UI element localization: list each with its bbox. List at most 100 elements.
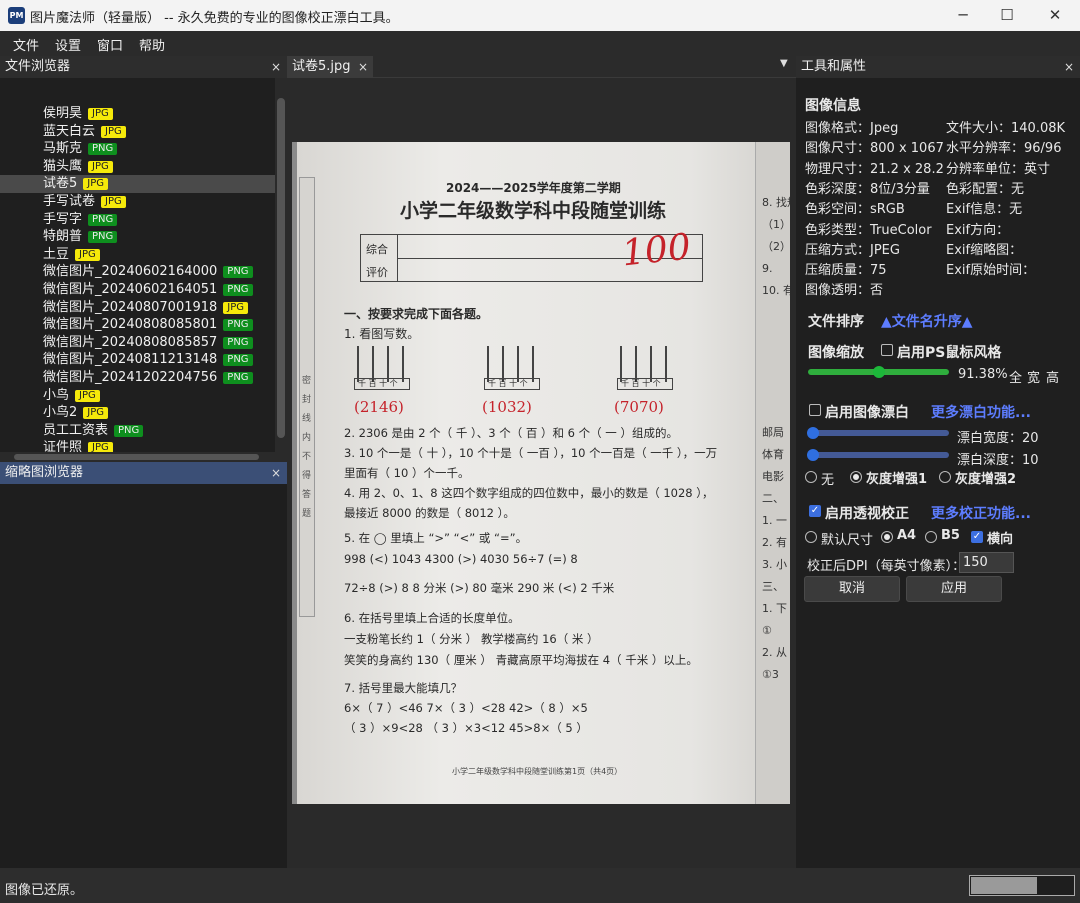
file-type-badge: PNG [223,336,253,349]
file-list-item[interactable]: 员工工资表 PNG [0,422,275,440]
file-list-scroll-thumb[interactable] [277,98,285,438]
file-item-content: 员工工资表 PNG [43,422,144,440]
image-info-field: 压缩方式：JPEG [805,242,900,258]
landscape-checkbox[interactable]: ✓ [971,531,983,543]
image-canvas[interactable]: 密 封 线 内 不 得 答 题 8. 找规 （1） （2） 9. 10. 有邮局体育电影… [292,142,790,804]
bleach-depth-knob[interactable] [807,449,819,461]
file-type-badge: PNG [223,284,253,296]
progress-bar [969,875,1075,896]
question-7-row-2: （ 3 ）×9<28 （ 3 ）×3<12 45>8×（ 5 ） [344,721,588,735]
file-list-item[interactable]: 手写试卷 JPG [0,193,275,211]
bleach-mode-gray2-label[interactable]: 灰度增强2 [955,468,1016,487]
title-bar: PM 图片魔法师（轻量版） -- 永久免费的专业的图像校正漂白工具。 ─ ☐ ✕ [0,0,1080,31]
bleach-width-knob[interactable] [807,427,819,439]
bleach-label[interactable]: 启用图像漂白 [825,402,909,422]
next-page-fragment: 1. 一 [762,514,787,527]
bleach-mode-gray2-radio[interactable] [939,471,951,483]
menu-help[interactable]: 帮助 [139,35,165,54]
image-info-field: 水平分辨率：96/96 [946,141,1062,157]
more-correction-link[interactable]: 更多校正功能... [931,503,1031,523]
file-list-item[interactable]: 微信图片_20240811213148 PNG [0,351,275,369]
file-list-item[interactable]: 微信图片_20240808085857 PNG [0,334,275,352]
menu-file[interactable]: 文件 [13,35,39,54]
zoom-slider-knob[interactable] [872,366,885,378]
question-4-line-1: 4. 用 2、0、1、8 这四个数字组成的四位数中，最小的数是（ 1028 ）， [344,486,714,500]
tab-list-dropdown-icon[interactable]: ▼ [780,58,788,69]
file-list-item[interactable]: 侯明昊 JPG [0,105,275,123]
size-default-radio[interactable] [805,531,817,543]
menu-window[interactable]: 窗口 [97,35,123,54]
file-name: 侯明昊 [43,106,83,121]
size-b5-radio[interactable] [925,531,937,543]
apply-button[interactable]: 应用 [906,576,1002,602]
size-a4-label[interactable]: A4 [897,528,916,543]
file-list-item[interactable]: 小鸟2 JPG [0,404,275,422]
zoom-fit-width-button[interactable]: 宽 [1027,367,1040,386]
bleach-mode-gray1-radio[interactable] [850,471,862,483]
file-list-item[interactable]: 手写字 PNG [0,211,275,229]
menu-settings[interactable]: 设置 [55,35,81,54]
file-list-item[interactable]: 微信图片_20240807001918 JPG [0,299,275,317]
tab-close-icon[interactable]: × [358,60,368,74]
file-list-hscroll-thumb[interactable] [14,454,259,460]
binding-margin-text: 密 封 线 内 不 得 答 题 [302,376,312,519]
image-info-field: Exif方向： [946,222,1010,238]
file-list-item[interactable]: 蓝天白云 JPG [0,123,275,141]
size-a4-radio[interactable] [881,531,893,543]
file-list-item[interactable]: 微信图片_20241202204756 PNG [0,369,275,387]
bleach-mode-none-label[interactable]: 无 [821,469,834,488]
file-type-badge: PNG [88,231,118,244]
perspective-checkbox[interactable]: ✓ [809,505,821,517]
bleach-checkbox[interactable] [809,404,821,416]
bleach-depth-slider[interactable] [808,452,949,458]
size-b5-label[interactable]: B5 [941,528,960,543]
question-6-row-1: 一支粉笔长约 1（ 分米 ） 教学楼高约 16（ 米 ） [344,632,599,646]
tools-panel-close-icon[interactable]: × [1064,56,1074,78]
abacus-1: 千 百 十 个 [354,342,412,394]
ps-mouse-checkbox[interactable] [881,344,893,356]
page-footer: 小学二年级数学科中段随堂训练第1页（共4页） [452,767,623,776]
size-default-label[interactable]: 默认尺寸 [821,529,873,548]
zoom-fit-height-button[interactable]: 高 [1046,367,1059,386]
bleach-width-slider[interactable] [808,430,949,436]
file-list-item[interactable]: 微信图片_20240808085801 PNG [0,316,275,334]
bleach-mode-gray1-label[interactable]: 灰度增强1 [866,468,927,487]
zoom-fit-all-button[interactable]: 全 [1009,367,1022,386]
close-window-button[interactable]: ✕ [1032,0,1078,31]
file-list-item[interactable]: 微信图片_20240602164000 PNG [0,263,275,281]
file-name: 微信图片_20240807001918 [43,299,218,315]
landscape-label[interactable]: 横向 [987,528,1013,547]
dpi-input[interactable] [959,552,1014,573]
bleach-mode-none-radio[interactable] [805,471,817,483]
ps-mouse-label[interactable]: 启用PS鼠标风格 [897,342,1001,362]
next-page-fragment: 三、 [762,580,784,593]
file-browser-close-icon[interactable]: × [271,56,281,78]
thumbnail-browser-close-icon[interactable]: × [271,462,281,484]
more-bleach-link[interactable]: 更多漂白功能... [931,402,1031,422]
question-7: 7. 括号里最大能填几？ [344,681,463,695]
app-icon: PM [8,7,25,24]
perspective-label[interactable]: 启用透视校正 [825,503,909,523]
image-info-field: 色彩类型：TrueColor [805,222,932,238]
maximize-button[interactable]: ☐ [984,0,1030,31]
file-list-item[interactable]: 小鸟 JPG [0,387,275,405]
file-sort-toggle[interactable]: ▲文件名升序▲ [881,311,973,331]
tools-panel-title: 工具和属性 [801,59,867,74]
file-type-badge: PNG [223,354,253,367]
next-page-fragment: ① [762,624,772,637]
file-list-item[interactable]: 微信图片_20240602164051 PNG [0,281,275,299]
cancel-button[interactable]: 取消 [804,576,900,602]
file-list-item[interactable]: 马斯克 PNG [0,140,275,158]
file-list-item[interactable]: 土豆 JPG [0,246,275,264]
next-page-fragment: 1. 下 [762,602,787,615]
next-page-fragment: （2） [762,240,790,253]
file-list-item[interactable]: 特朗普 PNG [0,228,275,246]
minimize-button[interactable]: ─ [940,0,986,31]
status-bar: 图像已还原。 [0,868,1080,903]
file-list-item[interactable]: 猫头鹰 JPG [0,158,275,176]
file-name: 员工工资表 [43,422,109,438]
file-list-item[interactable]: 试卷5 JPG [0,175,275,193]
tools-panel-header: 工具和属性 × [796,56,1080,78]
next-page-fragment: 3. 小 [762,558,787,571]
thumbnail-browser-title: 缩略图浏览器 [5,465,84,480]
